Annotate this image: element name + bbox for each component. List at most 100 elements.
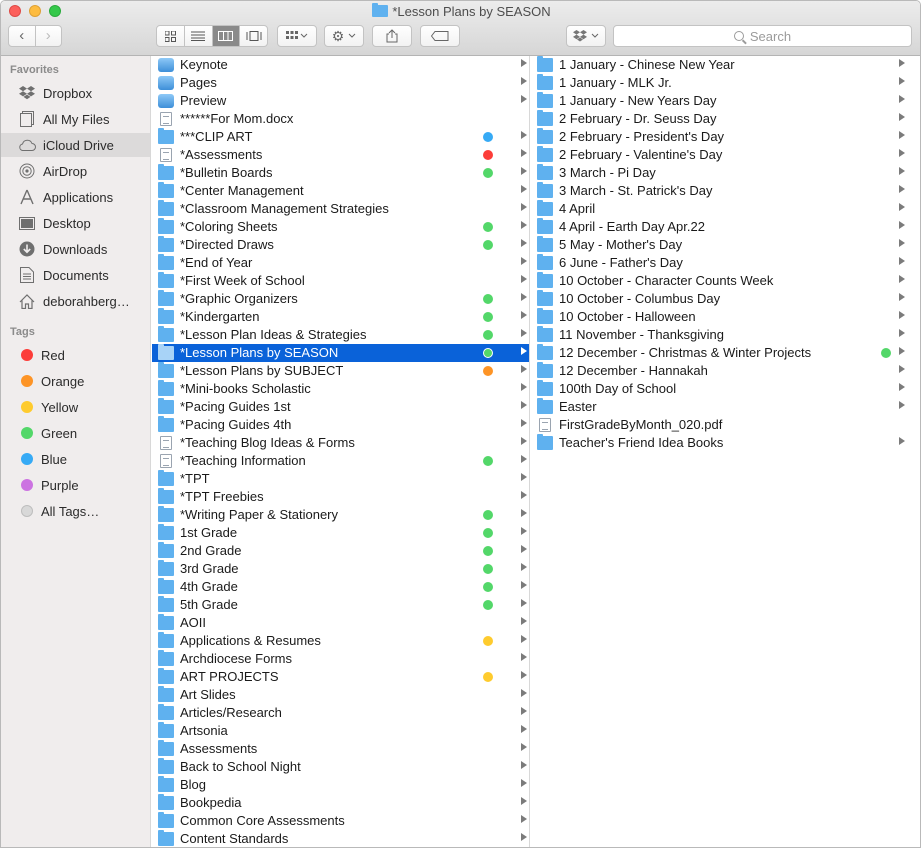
search-field[interactable]: Search [613,25,912,47]
file-row[interactable]: 4 April - Earth Day Apr.22 [531,218,911,236]
file-row[interactable]: 4 April [531,200,911,218]
file-row[interactable]: 3 March - Pi Day [531,164,911,182]
sidebar-item-deborahberg[interactable]: deborahberg… [1,289,150,313]
file-row[interactable]: *Pacing Guides 1st [152,398,529,416]
file-row[interactable]: *Classroom Management Strategies [152,200,529,218]
file-row[interactable]: 1 January - New Years Day [531,92,911,110]
file-row[interactable]: Teacher's Friend Idea Books [531,434,911,452]
file-row[interactable]: 12 December - Hannakah [531,362,911,380]
file-row[interactable]: 5 May - Mother's Day [531,236,911,254]
sidebar-item-all-my-files[interactable]: All My Files [1,107,150,131]
file-row[interactable]: 2nd Grade [152,542,529,560]
file-row[interactable]: 3rd Grade [152,560,529,578]
file-row[interactable]: Bookpedia [152,794,529,812]
file-row[interactable]: 1 January - MLK Jr. [531,74,911,92]
sidebar-item-airdrop[interactable]: AirDrop [1,159,150,183]
file-row[interactable]: *First Week of School [152,272,529,290]
file-row[interactable]: ***CLIP ART [152,128,529,146]
file-row[interactable]: *TPT [152,470,529,488]
arrange-button[interactable] [277,25,317,47]
file-row[interactable]: *TPT Freebies [152,488,529,506]
file-row[interactable]: *Graphic Organizers [152,290,529,308]
file-row[interactable]: 2 February - President's Day [531,128,911,146]
file-row[interactable]: Pages [152,74,529,92]
file-row[interactable]: 10 October - Columbus Day [531,290,911,308]
file-row[interactable]: 11 November - Thanksgiving [531,326,911,344]
file-row[interactable]: *Writing Paper & Stationery [152,506,529,524]
sidebar-item-desktop[interactable]: Desktop [1,211,150,235]
file-row[interactable]: Art Slides [152,686,529,704]
file-row[interactable]: *Directed Draws [152,236,529,254]
sidebar-item-label: iCloud Drive [43,137,114,153]
share-button[interactable] [372,25,412,47]
file-row[interactable]: Content Standards [152,830,529,847]
file-row[interactable]: Easter [531,398,911,416]
column-view-button[interactable] [211,26,240,46]
file-name: Keynote [180,57,228,72]
file-row[interactable]: 1st Grade [152,524,529,542]
file-row[interactable]: 10 October - Halloween [531,308,911,326]
file-row[interactable]: ******For Mom.docx [152,110,529,128]
file-row[interactable]: *Coloring Sheets [152,218,529,236]
disclosure-arrow-icon [521,563,527,571]
desktop-icon [18,214,36,232]
file-row[interactable]: 2 February - Dr. Seuss Day [531,110,911,128]
sidebar-item-icloud-drive[interactable]: iCloud Drive [1,133,150,157]
edit-tags-button[interactable] [420,25,460,47]
sidebar-item-documents[interactable]: Documents [1,263,150,287]
file-row[interactable]: Artsonia [152,722,529,740]
file-row[interactable]: ART PROJECTS [152,668,529,686]
file-row[interactable]: Articles/Research [152,704,529,722]
file-row[interactable]: AOII [152,614,529,632]
file-row[interactable]: 1 January - Chinese New Year [531,56,911,74]
file-row[interactable]: FirstGradeByMonth_020.pdf [531,416,911,434]
sidebar-item-dropbox[interactable]: Dropbox [1,81,150,105]
sidebar-tag-label: All Tags… [41,503,100,519]
file-row[interactable]: *Teaching Information [152,452,529,470]
file-row[interactable]: Keynote [152,56,529,74]
file-row[interactable]: 6 June - Father's Day [531,254,911,272]
file-row[interactable]: Blog [152,776,529,794]
file-row[interactable]: 5th Grade [152,596,529,614]
icon-view-button[interactable] [157,26,184,46]
cover-flow-button[interactable] [239,26,267,46]
file-row[interactable]: Back to School Night [152,758,529,776]
file-row[interactable]: 2 February - Valentine's Day [531,146,911,164]
sidebar-tag-yellow[interactable]: Yellow [1,395,150,419]
file-row[interactable]: *Pacing Guides 4th [152,416,529,434]
sidebar-tag-red[interactable]: Red [1,343,150,367]
file-row[interactable]: *Lesson Plans by SUBJECT [152,362,529,380]
sidebar-tag-all-tags[interactable]: All Tags… [1,499,150,523]
file-row[interactable]: Assessments [152,740,529,758]
file-row[interactable]: Archdiocese Forms [152,650,529,668]
sidebar-tag-purple[interactable]: Purple [1,473,150,497]
file-row[interactable]: *End of Year [152,254,529,272]
sidebar-tag-blue[interactable]: Blue [1,447,150,471]
file-row[interactable]: 10 October - Character Counts Week [531,272,911,290]
file-row[interactable]: 3 March - St. Patrick's Day [531,182,911,200]
file-row[interactable]: *Center Management [152,182,529,200]
file-row[interactable]: 4th Grade [152,578,529,596]
file-row[interactable]: *Lesson Plans by SEASON [152,344,529,362]
file-row[interactable]: *Kindergarten [152,308,529,326]
file-row[interactable]: *Mini-books Scholastic [152,380,529,398]
back-button[interactable]: ‹ [9,26,35,46]
file-row[interactable]: *Assessments [152,146,529,164]
file-row[interactable]: Applications & Resumes [152,632,529,650]
file-row[interactable]: *Lesson Plan Ideas & Strategies [152,326,529,344]
forward-button[interactable]: › [34,26,62,46]
list-view-button[interactable] [183,26,212,46]
sidebar-tag-green[interactable]: Green [1,421,150,445]
sidebar-item-downloads[interactable]: Downloads [1,237,150,261]
file-row[interactable]: *Teaching Blog Ideas & Forms [152,434,529,452]
file-row[interactable]: Common Core Assessments [152,812,529,830]
sidebar-item-applications[interactable]: Applications [1,185,150,209]
file-row[interactable]: 100th Day of School [531,380,911,398]
sidebar-tag-orange[interactable]: Orange [1,369,150,393]
file-row[interactable]: *Bulletin Boards [152,164,529,182]
action-button[interactable]: ⚙ [324,25,364,47]
folder-icon [158,326,174,342]
file-row[interactable]: Preview [152,92,529,110]
dropbox-button[interactable] [566,25,606,47]
file-row[interactable]: 12 December - Christmas & Winter Project… [531,344,911,362]
